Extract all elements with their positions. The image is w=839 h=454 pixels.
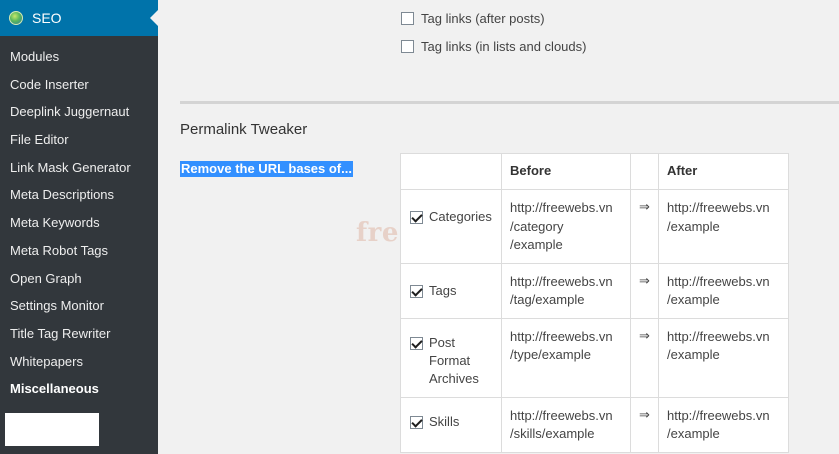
seo-submenu: Modules Code Inserter Deeplink Juggernau… [0, 43, 158, 403]
arrow-icon: ⇒ [630, 189, 659, 264]
after-cell: http://freewebs.vn /example [658, 317, 789, 398]
post-format-archives-checkbox[interactable] [410, 336, 423, 350]
after-url-line: /example [667, 426, 720, 441]
submenu-item-settings-monitor[interactable]: Settings Monitor [0, 292, 158, 320]
after-url-line: http://freewebs.vn [667, 328, 770, 344]
submenu-item-title-tag-rewriter[interactable]: Title Tag Rewriter [0, 320, 158, 348]
table-row: Skills http://freewebs.vn /skills/exampl… [400, 396, 789, 453]
permalink-table: Before After Categories http://freewebs.… [400, 153, 789, 453]
submenu-item-file-editor[interactable]: File Editor [0, 126, 158, 154]
arrow-icon: ⇒ [630, 317, 659, 398]
submenu-item-meta-keywords[interactable]: Meta Keywords [0, 209, 158, 237]
type-label: Categories [429, 209, 492, 224]
submenu-item-modules[interactable]: Modules [0, 43, 158, 71]
after-url-line: /example [667, 218, 720, 234]
type-cell: Tags [400, 262, 502, 319]
after-cell: http://freewebs.vn /example [658, 262, 789, 319]
submenu-item-deeplink-juggernaut[interactable]: Deeplink Juggernaut [0, 98, 158, 126]
skills-option[interactable]: Skills [410, 413, 493, 431]
type-label-line: Format [429, 352, 471, 368]
blank-panel [5, 413, 99, 446]
main-content: Tag links (after posts) Tag links (in li… [158, 0, 839, 454]
header-cell-type [400, 153, 502, 190]
after-url-line: http://freewebs.vn [667, 200, 770, 215]
field-label-selected: Remove the URL bases of... [180, 161, 353, 177]
type-label-line: Post [429, 334, 456, 350]
before-cell: http://freewebs.vn /category /example [501, 189, 631, 264]
submenu-item-meta-robot-tags[interactable]: Meta Robot Tags [0, 237, 158, 265]
table-header-row: Before After [400, 153, 789, 190]
after-url-line: http://freewebs.vn [667, 273, 770, 289]
before-url-line: /type/example [510, 347, 591, 362]
submenu-item-whitepapers[interactable]: Whitepapers [0, 348, 158, 376]
type-label: Post Format Archives [429, 334, 479, 388]
tags-checkbox[interactable] [410, 284, 423, 298]
submenu-item-code-inserter[interactable]: Code Inserter [0, 71, 158, 99]
section-title: Permalink Tweaker [180, 121, 308, 138]
type-cell: Categories [400, 189, 502, 264]
skills-checkbox[interactable] [410, 415, 423, 429]
after-url-line: http://freewebs.vn [667, 407, 770, 423]
table-row: Tags http://freewebs.vn /tag/example ⇒ h… [400, 262, 789, 319]
seo-menu-header[interactable]: SEO [0, 0, 158, 36]
tag-links-after-posts-option[interactable]: Tag links (after posts) [401, 11, 545, 26]
before-cell: http://freewebs.vn /tag/example [501, 262, 631, 319]
before-url-line: http://freewebs.vn [510, 328, 613, 344]
tag-links-after-posts-label: Tag links (after posts) [421, 11, 545, 26]
seo-menu-label: SEO [32, 10, 62, 26]
categories-checkbox[interactable] [410, 211, 423, 224]
current-menu-arrow-icon [150, 10, 158, 26]
before-url-line: /tag/example [510, 292, 585, 307]
tag-links-lists-clouds-option[interactable]: Tag links (in lists and clouds) [401, 39, 586, 54]
type-cell: Skills [400, 396, 502, 453]
post-format-archives-option[interactable]: Post Format Archives [410, 334, 493, 388]
before-url-line: http://freewebs.vn [510, 273, 613, 289]
arrow-icon: ⇒ [630, 396, 659, 453]
table-row: Post Format Archives http://freewebs.vn … [400, 317, 789, 398]
tag-links-after-posts-checkbox[interactable] [401, 12, 414, 25]
type-label: Skills [429, 413, 460, 429]
after-url-line: /example [667, 292, 720, 307]
before-url-line: /skills/example [510, 426, 595, 441]
header-cell-before: Before [501, 153, 631, 190]
header-cell-arrow [630, 153, 659, 190]
before-url-line: /category [510, 218, 564, 234]
before-cell: http://freewebs.vn /type/example [501, 317, 631, 398]
after-url-line: /example [667, 347, 720, 362]
submenu-item-link-mask-generator[interactable]: Link Mask Generator [0, 154, 158, 182]
type-label-line: Archives [429, 370, 479, 386]
tags-option[interactable]: Tags [410, 282, 493, 300]
before-url-line: http://freewebs.vn [510, 200, 613, 215]
seo-globe-icon [9, 11, 23, 25]
submenu-item-meta-descriptions[interactable]: Meta Descriptions [0, 181, 158, 209]
after-cell: http://freewebs.vn /example [658, 396, 789, 453]
before-cell: http://freewebs.vn /skills/example [501, 396, 631, 453]
before-url-line: http://freewebs.vn [510, 407, 613, 423]
submenu-item-miscellaneous[interactable]: Miscellaneous [0, 375, 158, 403]
header-cell-after: After [658, 153, 789, 190]
arrow-icon: ⇒ [630, 262, 659, 319]
admin-sidebar: SEO Modules Code Inserter Deeplink Jugge… [0, 0, 158, 454]
before-url-line: /example [510, 237, 563, 252]
after-cell: http://freewebs.vn /example [658, 189, 789, 264]
tag-links-lists-clouds-checkbox[interactable] [401, 40, 414, 53]
type-label: Tags [429, 282, 457, 298]
categories-option[interactable]: Categories [410, 208, 493, 226]
tag-links-lists-clouds-label: Tag links (in lists and clouds) [421, 39, 587, 54]
table-row: Categories http://freewebs.vn /category … [400, 189, 789, 264]
type-cell: Post Format Archives [400, 317, 502, 398]
section-divider [180, 101, 839, 104]
submenu-item-open-graph[interactable]: Open Graph [0, 265, 158, 293]
